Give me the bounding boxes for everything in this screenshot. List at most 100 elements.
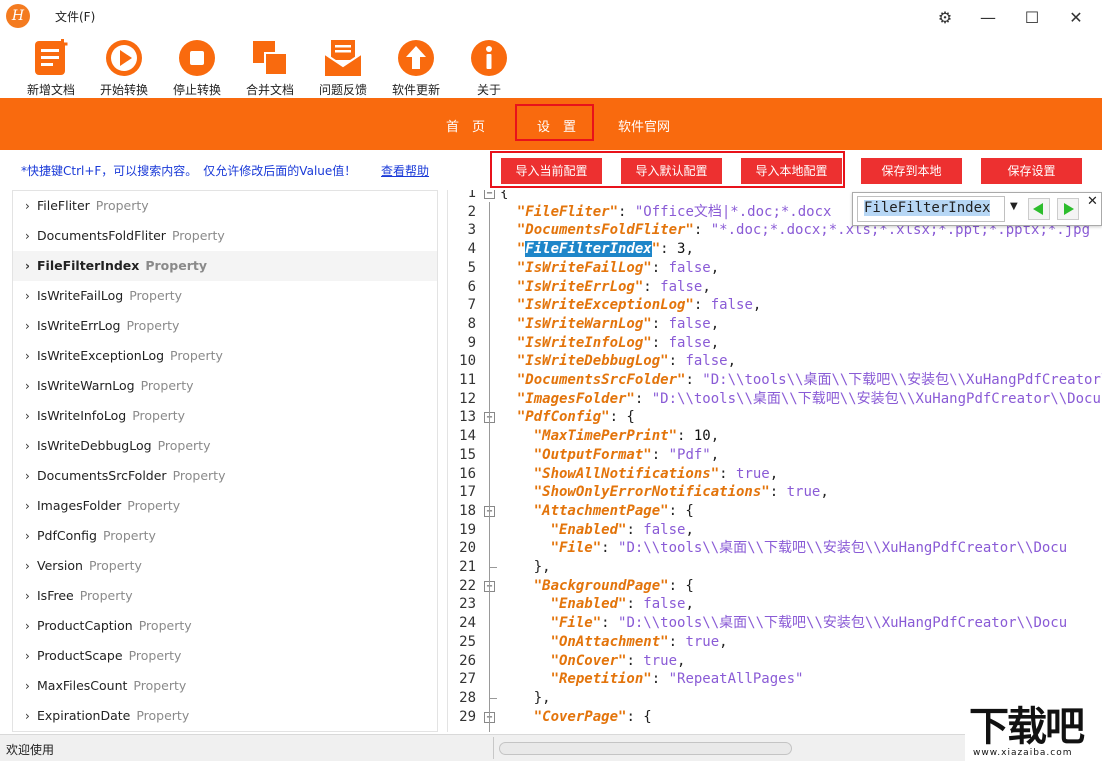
code-line[interactable]: "ShowAllNotifications": true, <box>500 465 778 484</box>
code-line[interactable]: "Enabled": false, <box>500 521 694 540</box>
code-line[interactable]: "File": "D:\\tools\\桌面\\下载吧\\安装包\\XuHang… <box>500 539 1068 558</box>
line-number: 18 <box>459 502 476 519</box>
code-line[interactable]: "ImagesFolder": "D:\\tools\\桌面\\下载吧\\安装包… <box>500 390 1101 409</box>
json-editor[interactable]: 1−{2 "FileFliter": "Office文档|*.doc;*.doc… <box>447 190 1102 732</box>
code-line[interactable]: "Repetition": "RepeatAllPages" <box>500 670 804 689</box>
list-item[interactable]: › IsWriteErrLog Property <box>13 311 437 341</box>
code-line[interactable]: "ShowOnlyErrorNotifications": true, <box>500 483 829 502</box>
chevron-right-icon[interactable]: › <box>25 611 37 641</box>
chevron-right-icon[interactable]: › <box>25 341 37 371</box>
feedback-button[interactable]: 问题反馈 <box>308 38 378 98</box>
code-line[interactable]: { <box>500 190 508 203</box>
list-item[interactable]: › DocumentsSrcFolder Property <box>13 461 437 491</box>
update-button[interactable]: 软件更新 <box>381 38 451 98</box>
code-line[interactable]: "FileFilterIndex": 3, <box>500 240 694 259</box>
close-window-button[interactable]: ✕ <box>1056 2 1096 32</box>
list-item[interactable]: › IsWriteDebbugLog Property <box>13 431 437 461</box>
minimize-button[interactable]: — <box>968 2 1008 32</box>
code-line[interactable]: "DocumentsSrcFolder": "D:\\tools\\桌面\\下载… <box>500 371 1102 390</box>
chevron-right-icon[interactable]: › <box>25 281 37 311</box>
code-line[interactable]: "IsWriteErrLog": false, <box>500 278 711 297</box>
find-next-button[interactable] <box>1057 198 1079 220</box>
code-line[interactable]: "Enabled": false, <box>500 595 694 614</box>
list-item[interactable]: › FileFilterIndex Property <box>13 251 437 281</box>
chevron-right-icon[interactable]: › <box>25 401 37 431</box>
fold-toggle-icon[interactable]: − <box>484 190 495 199</box>
chevron-right-icon[interactable]: › <box>25 671 37 701</box>
list-item[interactable]: › IsWriteInfoLog Property <box>13 401 437 431</box>
chevron-right-icon[interactable]: › <box>25 641 37 671</box>
code-line[interactable]: }, <box>500 689 551 708</box>
chevron-right-icon[interactable]: › <box>25 521 37 551</box>
chevron-right-icon[interactable]: › <box>25 251 37 281</box>
find-close-icon[interactable]: ✕ <box>1087 194 1098 209</box>
list-item[interactable]: › ProductCaption Property <box>13 611 437 641</box>
help-link[interactable]: 查看帮助 <box>381 162 429 179</box>
code-line[interactable]: "OnAttachment": true, <box>500 633 728 652</box>
chevron-right-icon[interactable]: › <box>25 311 37 341</box>
chevron-right-icon[interactable]: › <box>25 221 37 251</box>
chevron-right-icon[interactable]: › <box>25 461 37 491</box>
list-item[interactable]: › DocumentsFoldFliter Property <box>13 221 437 251</box>
toolbar-label: 软件更新 <box>391 83 440 97</box>
list-item[interactable]: › ImagesFolder Property <box>13 491 437 521</box>
list-item[interactable]: › ExpirationDate Property <box>13 701 437 731</box>
code-line[interactable]: "BackgroundPage": { <box>500 577 694 596</box>
code-line[interactable]: "OnCover": true, <box>500 652 686 671</box>
menu-file[interactable]: 文件(F) <box>55 8 95 25</box>
code-line[interactable]: "AttachmentPage": { <box>500 502 694 521</box>
list-item[interactable]: › ProductScape Property <box>13 641 437 671</box>
watermark-url: www.xiazaiba.com <box>973 748 1073 758</box>
list-item[interactable]: › IsWriteFailLog Property <box>13 281 437 311</box>
list-item[interactable]: › FileFliter Property <box>13 191 437 221</box>
start-convert-button[interactable]: 开始转换 <box>89 38 159 98</box>
new-doc-button[interactable]: 新增文档 <box>16 38 86 98</box>
code-line[interactable]: "IsWriteExceptionLog": false, <box>500 296 761 315</box>
list-item[interactable]: › IsWriteExceptionLog Property <box>13 341 437 371</box>
code-line[interactable]: "File": "D:\\tools\\桌面\\下载吧\\安装包\\XuHang… <box>500 614 1068 633</box>
line-number: 28 <box>459 689 476 706</box>
tab-home[interactable]: 首 页 <box>446 116 485 135</box>
code-line[interactable]: "MaxTimePerPrint": 10, <box>500 427 719 446</box>
import-local-button[interactable]: 导入本地配置 <box>741 158 842 184</box>
code-line[interactable]: "CoverPage": { <box>500 708 652 727</box>
list-item[interactable]: › IsFree Property <box>13 581 437 611</box>
maximize-button[interactable]: ☐ <box>1012 2 1052 32</box>
chevron-right-icon[interactable]: › <box>25 431 37 461</box>
code-line[interactable]: "IsWriteFailLog": false, <box>500 259 719 278</box>
find-dropdown-icon[interactable]: ▼ <box>1010 201 1018 212</box>
list-item[interactable]: › PdfConfig Property <box>13 521 437 551</box>
code-line[interactable]: "IsWriteDebbugLog": false, <box>500 352 736 371</box>
settings-gear-icon[interactable]: ⚙ <box>925 2 965 32</box>
save-settings-button[interactable]: 保存设置 <box>981 158 1082 184</box>
chevron-right-icon[interactable]: › <box>25 191 37 221</box>
find-input[interactable]: FileFilterIndex <box>857 196 1005 222</box>
merge-doc-button[interactable]: 合并文档 <box>235 38 305 98</box>
tab-website[interactable]: 软件官网 <box>618 116 670 135</box>
code-line[interactable]: }, <box>500 558 551 577</box>
chevron-right-icon[interactable]: › <box>25 701 37 731</box>
save-local-button[interactable]: 保存到本地 <box>861 158 962 184</box>
import-default-button[interactable]: 导入默认配置 <box>621 158 722 184</box>
find-previous-button[interactable] <box>1028 198 1050 220</box>
code-line[interactable]: "PdfConfig": { <box>500 408 635 427</box>
about-button[interactable]: 关于 <box>454 38 524 98</box>
list-item[interactable]: › IsWriteWarnLog Property <box>13 371 437 401</box>
list-item[interactable]: › MaxFilesCount Property <box>13 671 437 701</box>
import-current-button[interactable]: 导入当前配置 <box>501 158 602 184</box>
chevron-right-icon[interactable]: › <box>25 581 37 611</box>
code-line[interactable]: "IsWriteInfoLog": false, <box>500 334 719 353</box>
property-list[interactable]: › FileFliter Property › DocumentsFoldFliter P… <box>12 190 438 732</box>
line-number: 14 <box>459 428 476 445</box>
code-token: : <box>618 203 635 220</box>
chevron-right-icon[interactable]: › <box>25 371 37 401</box>
stop-convert-button[interactable]: 停止转换 <box>162 38 232 98</box>
chevron-right-icon[interactable]: › <box>25 551 37 581</box>
code-line[interactable]: "OutputFormat": "Pdf", <box>500 446 719 465</box>
chevron-right-icon[interactable]: › <box>25 491 37 521</box>
code-line[interactable]: "FileFliter": "Office文档|*.doc;*.docx <box>500 203 832 222</box>
property-name: DocumentsFoldFliter <box>37 228 166 243</box>
code-line[interactable]: "IsWriteWarnLog": false, <box>500 315 719 334</box>
list-item[interactable]: › Version Property <box>13 551 437 581</box>
